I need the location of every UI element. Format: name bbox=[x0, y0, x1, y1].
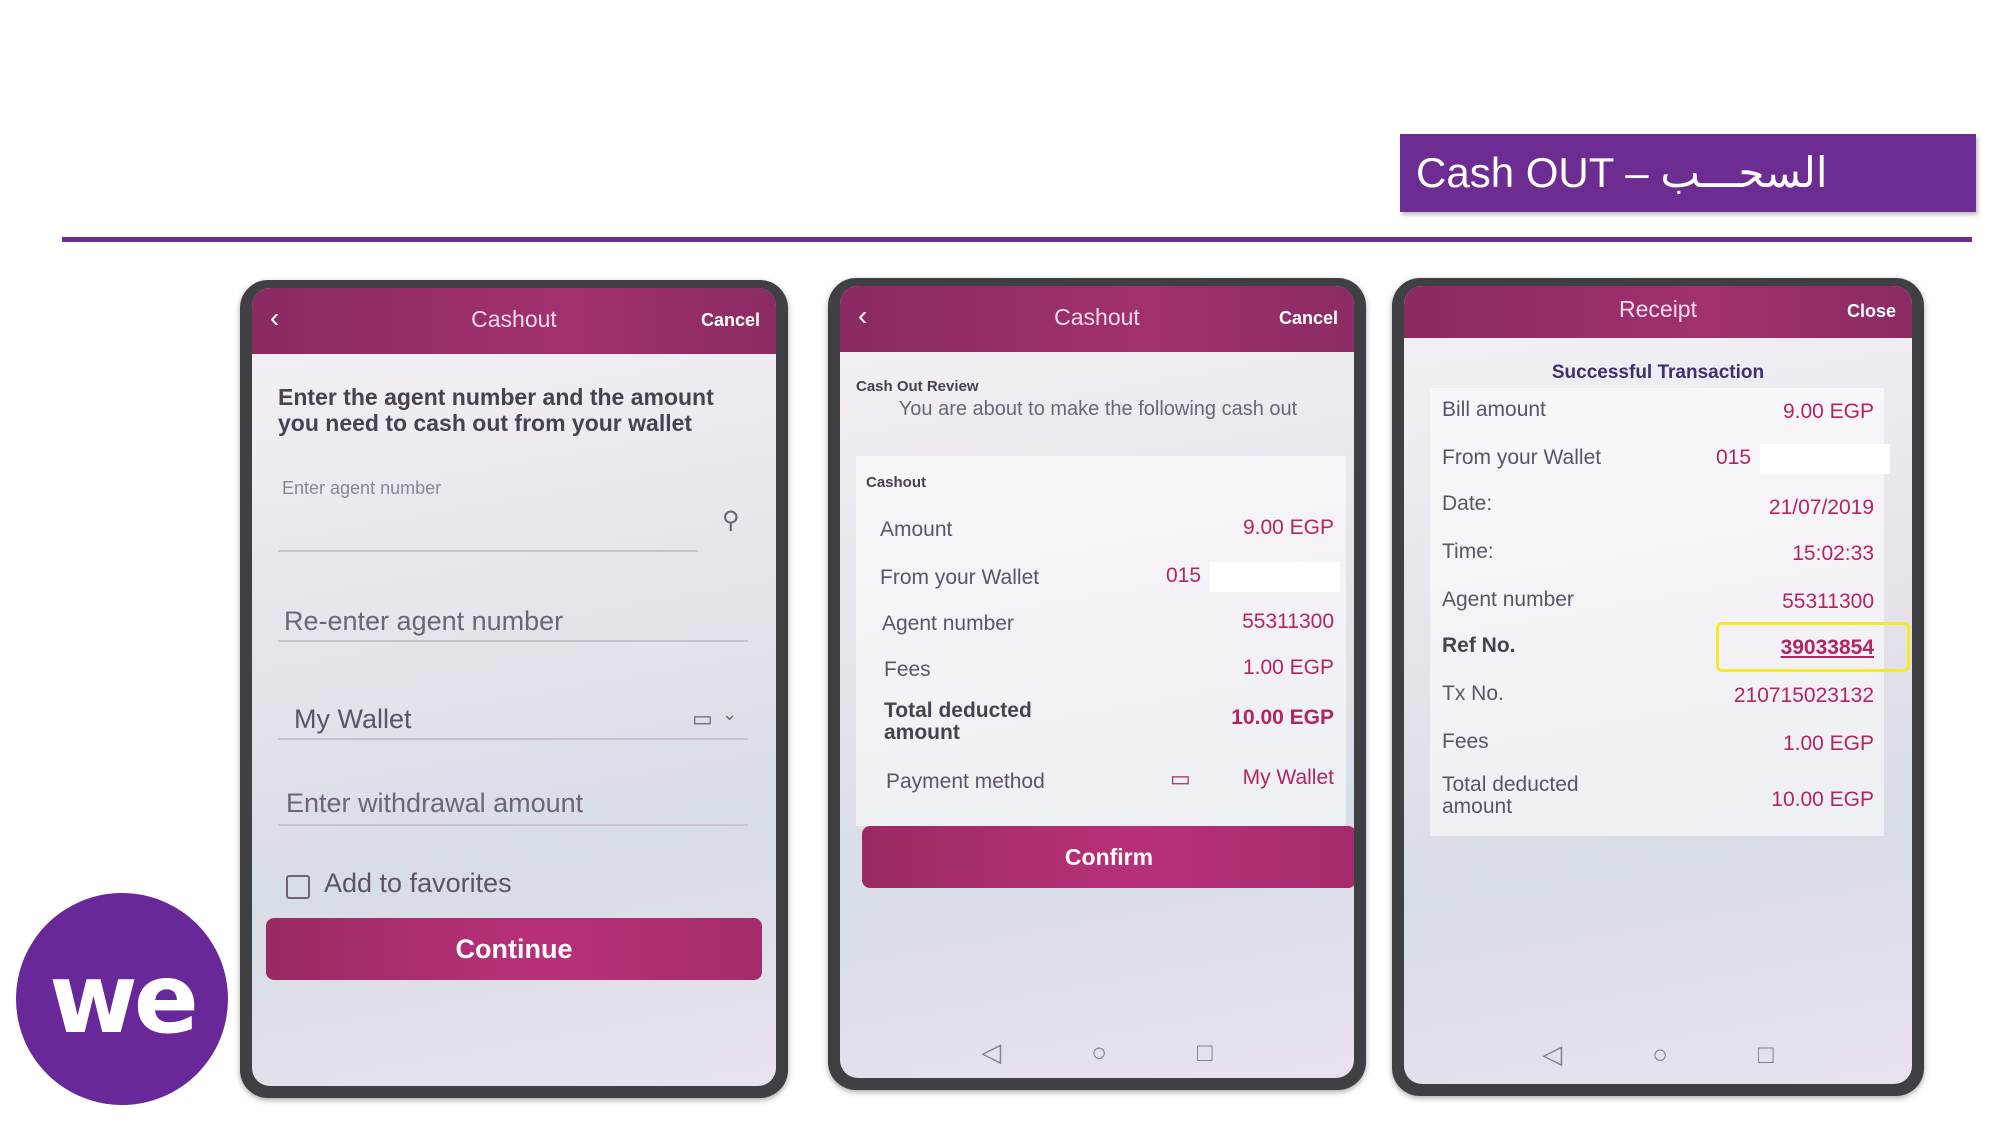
transaction-status: Successful Transaction bbox=[1551, 362, 1765, 383]
close-button[interactable]: Close bbox=[1847, 301, 1896, 322]
row-label: Fees bbox=[884, 658, 931, 681]
row-label: Total deducted amount bbox=[1442, 773, 1579, 818]
row-label: From your Wallet bbox=[1442, 446, 1602, 469]
android-nav-bar: ◁ ○ □ bbox=[840, 1037, 1354, 1068]
row-value: 10.00 EGP bbox=[1231, 706, 1334, 729]
row-label: From your Wallet bbox=[880, 566, 1040, 589]
back-nav-icon[interactable]: ◁ bbox=[981, 1037, 1001, 1068]
recents-nav-icon[interactable]: □ bbox=[1758, 1039, 1774, 1070]
row-value: 015 bbox=[1716, 446, 1752, 469]
row-value: 15:02:33 bbox=[1792, 542, 1874, 565]
wallet-icon: ▭ bbox=[692, 706, 713, 731]
app-bar-title: Receipt bbox=[1619, 296, 1697, 322]
app-bar-title: Cashout bbox=[1054, 304, 1140, 330]
section-title: Cash Out Review bbox=[856, 378, 979, 395]
favorites-checkbox[interactable] bbox=[286, 875, 310, 899]
redaction-mask bbox=[1210, 562, 1340, 592]
row-label: Time: bbox=[1442, 540, 1494, 563]
row-label: Agent number bbox=[882, 612, 1014, 635]
title-divider bbox=[62, 237, 1972, 242]
row-value: 015 bbox=[1166, 564, 1202, 587]
phone-cashout-review: ‹ Cashout Cancel Cash Out Review You are… bbox=[828, 278, 1366, 1090]
app-bar: ‹ Cashout Cancel bbox=[252, 288, 776, 354]
confirm-button[interactable]: Confirm bbox=[862, 826, 1354, 888]
row-value: My Wallet bbox=[1242, 766, 1334, 789]
withdrawal-amount-input[interactable]: Enter withdrawal amount bbox=[286, 788, 583, 819]
app-bar-title: Cashout bbox=[471, 306, 557, 332]
app-bar: ‹ Cashout Cancel bbox=[840, 286, 1354, 352]
row-label: Tx No. bbox=[1442, 682, 1504, 705]
ref-number-highlight bbox=[1716, 622, 1910, 672]
row-value: 1.00 EGP bbox=[1242, 656, 1334, 679]
review-intro: You are about to make the following cash… bbox=[898, 398, 1298, 420]
recents-nav-icon[interactable]: □ bbox=[1197, 1037, 1213, 1068]
row-value: 21/07/2019 bbox=[1768, 496, 1874, 519]
row-label: Date: bbox=[1442, 492, 1493, 515]
row-label: Fees bbox=[1442, 730, 1489, 753]
row-value: 1.00 EGP bbox=[1782, 732, 1874, 755]
app-bar: Receipt Close bbox=[1404, 286, 1912, 338]
phone-receipt: Receipt Close Successful Transaction Bil… bbox=[1392, 278, 1924, 1096]
phone-cashout-entry: ‹ Cashout Cancel Enter the agent number … bbox=[240, 280, 788, 1098]
instruction-text: Enter the agent number and the amount yo… bbox=[278, 384, 714, 436]
cancel-button[interactable]: Cancel bbox=[701, 310, 760, 331]
continue-button[interactable]: Continue bbox=[266, 918, 762, 980]
wallet-select[interactable]: My Wallet bbox=[294, 704, 412, 735]
row-value: 55311300 bbox=[1782, 590, 1874, 613]
we-logo: we bbox=[16, 893, 228, 1105]
contact-picker-icon[interactable]: ⚲ bbox=[722, 506, 740, 535]
row-value: 55311300 bbox=[1242, 610, 1334, 633]
agent-number-input[interactable]: Enter agent number bbox=[282, 478, 441, 499]
row-value: 9.00 EGP bbox=[1242, 516, 1334, 539]
row-label: Ref No. bbox=[1442, 634, 1516, 657]
home-nav-icon[interactable]: ○ bbox=[1091, 1037, 1107, 1068]
screen: ‹ Cashout Cancel Cash Out Review You are… bbox=[840, 286, 1354, 1078]
android-nav-bar: ◁ ○ □ bbox=[1404, 1039, 1912, 1070]
row-label: Payment method bbox=[886, 770, 1045, 793]
home-nav-icon[interactable]: ○ bbox=[1652, 1039, 1668, 1070]
row-label: Total deducted amount bbox=[884, 699, 1032, 744]
slide-title: Cash OUT – السحـــب bbox=[1400, 134, 1976, 212]
row-value: 210715023132 bbox=[1733, 684, 1874, 707]
row-label: Bill amount bbox=[1442, 398, 1546, 421]
row-label: Agent number bbox=[1442, 588, 1574, 611]
back-nav-icon[interactable]: ◁ bbox=[1542, 1039, 1562, 1070]
redaction-mask bbox=[1760, 444, 1890, 474]
row-value: 9.00 EGP bbox=[1782, 400, 1874, 423]
wallet-icon: ▭ bbox=[1170, 766, 1191, 791]
screen: ‹ Cashout Cancel Enter the agent number … bbox=[252, 288, 776, 1086]
screen: Receipt Close Successful Transaction Bil… bbox=[1404, 286, 1912, 1084]
row-value: 10.00 EGP bbox=[1771, 788, 1874, 811]
row-label: Amount bbox=[880, 518, 953, 541]
chevron-down-icon[interactable]: ⌄ bbox=[722, 704, 737, 725]
group-title: Cashout bbox=[866, 474, 926, 491]
favorites-label: Add to favorites bbox=[324, 868, 512, 898]
reenter-agent-number-input[interactable]: Re-enter agent number bbox=[284, 606, 563, 637]
cancel-button[interactable]: Cancel bbox=[1279, 308, 1338, 329]
